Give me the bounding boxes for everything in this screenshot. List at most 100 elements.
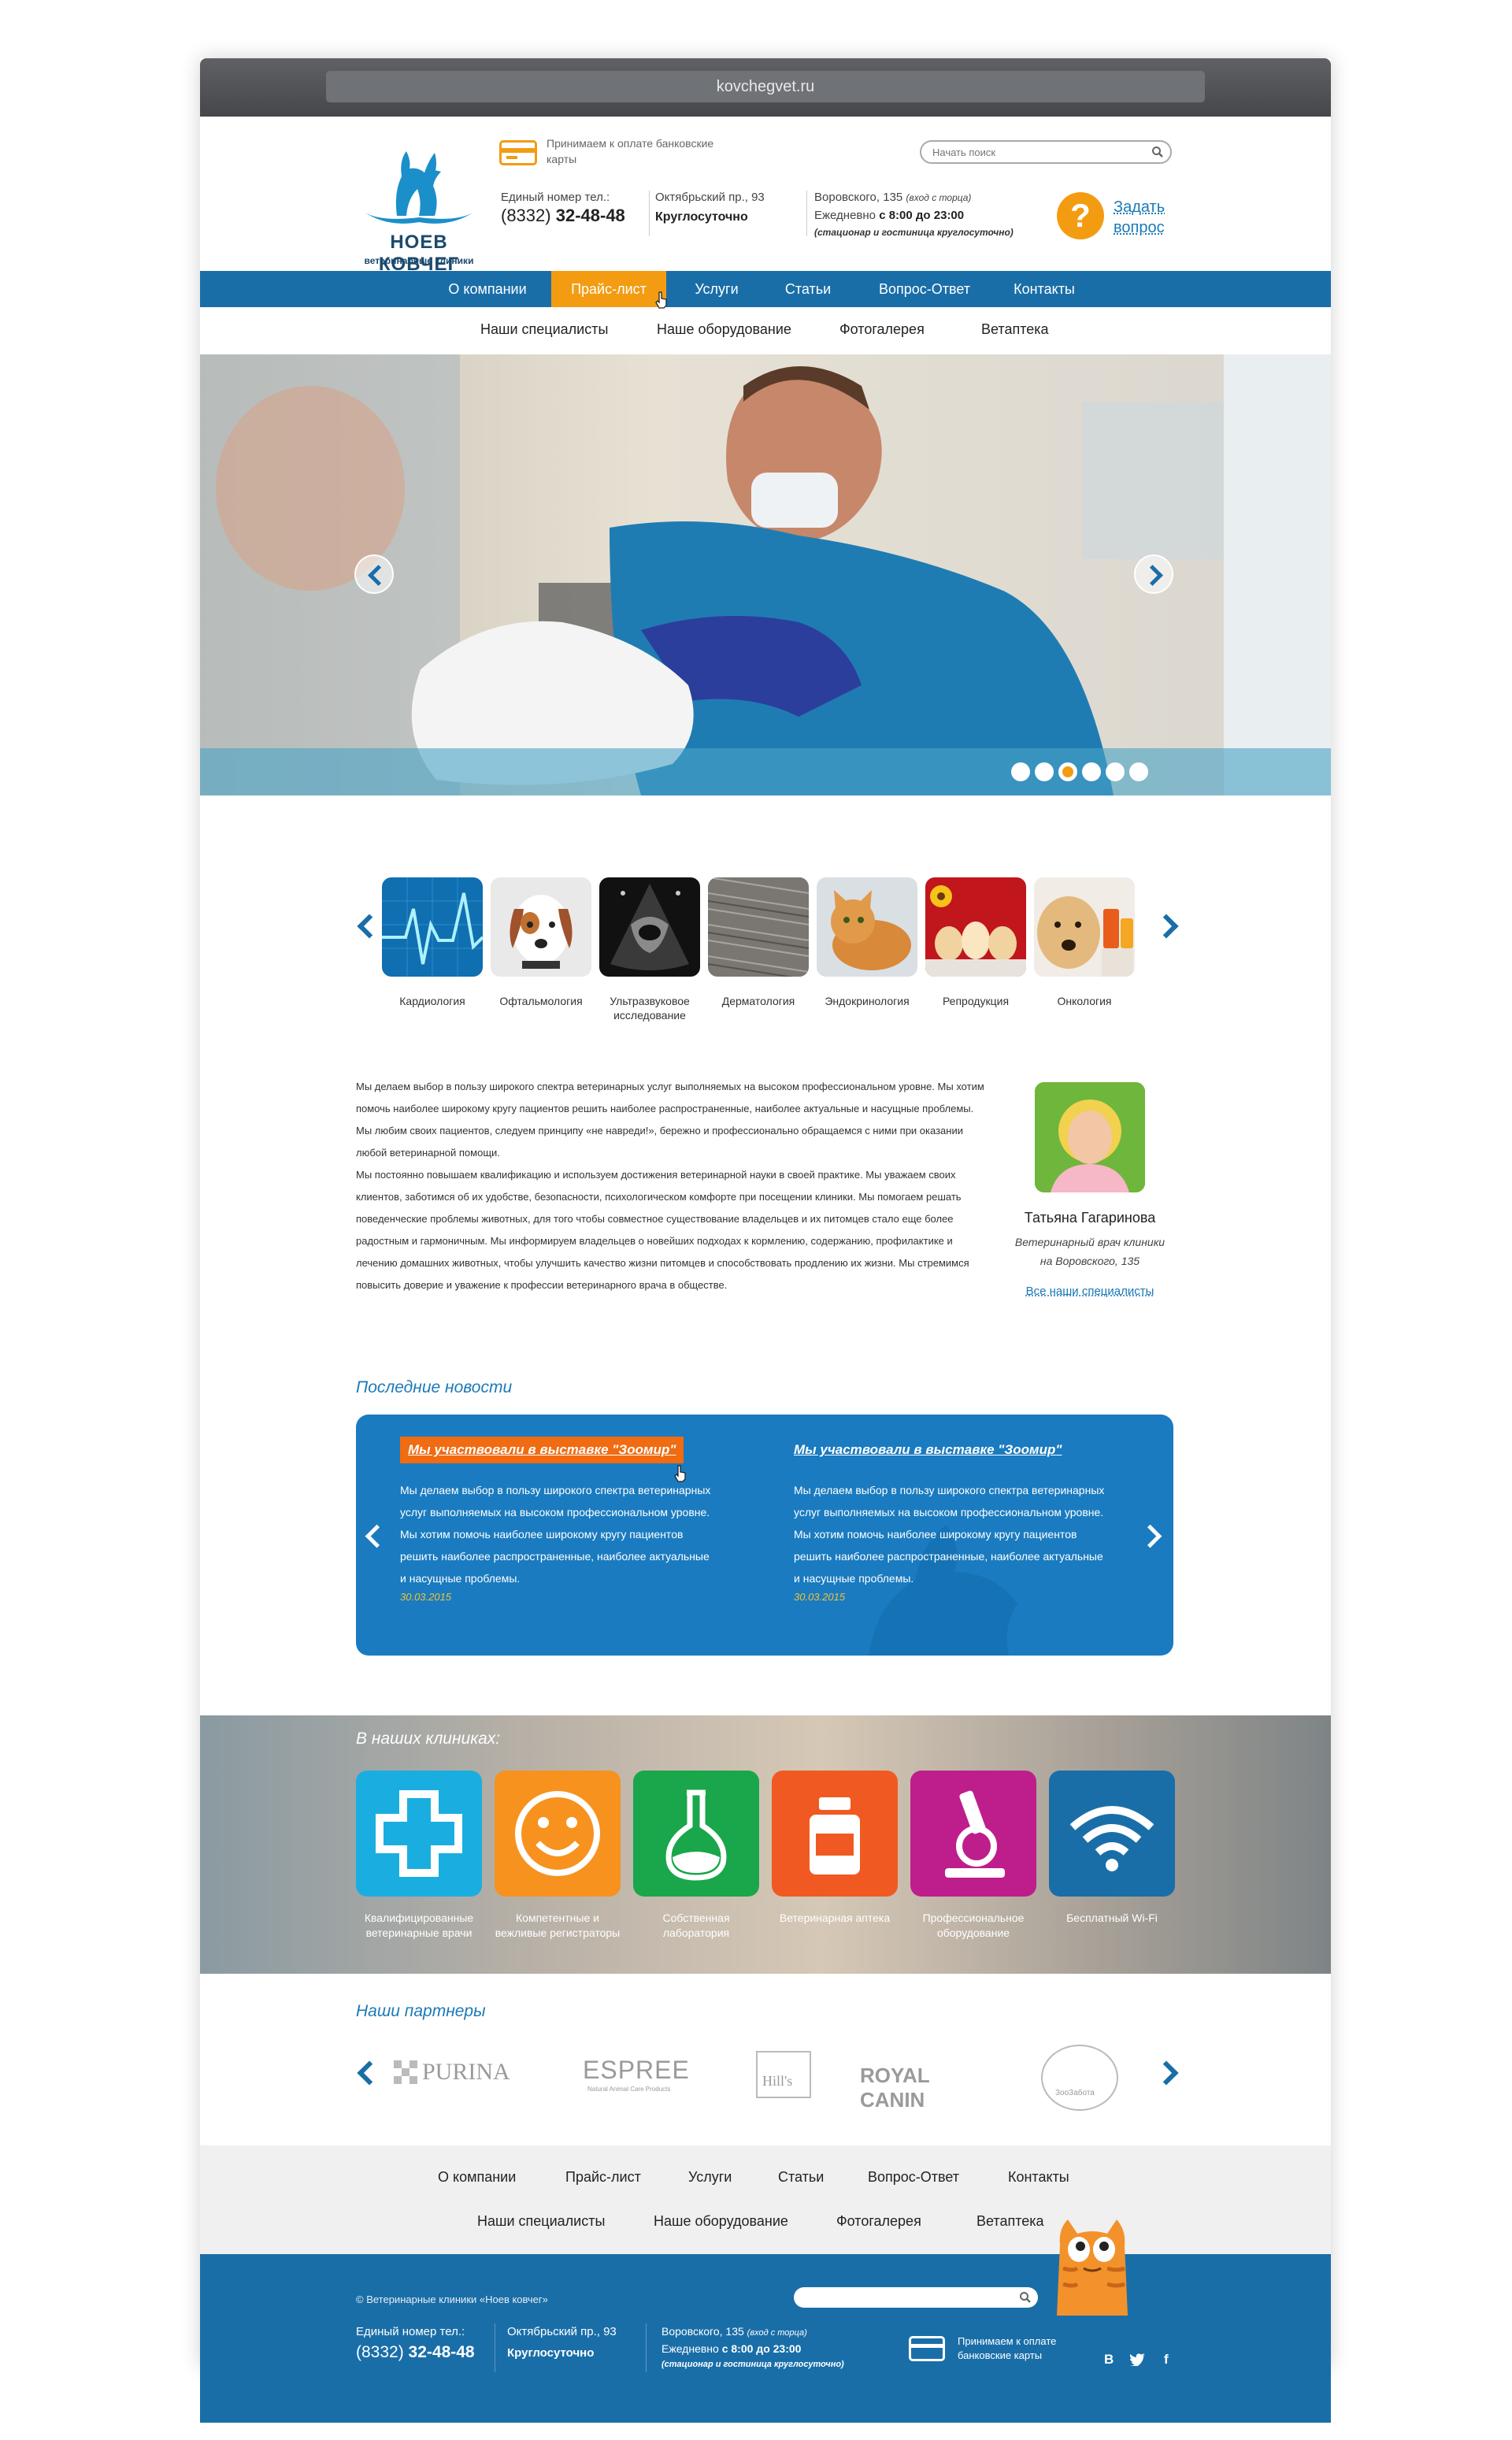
browser-window: kovchegvet.ru НОЕВ КОВЧЕГ ветеринарные к… — [200, 58, 1331, 2423]
nav-item-contacts[interactable]: Контакты — [997, 271, 1091, 307]
footer-nav-articles[interactable]: Статьи — [778, 2169, 824, 2186]
feature-equipment: Профессиональное оборудование — [910, 1771, 1036, 1941]
footer-hours-2-note: (стационар и гостиница круглосуточно) — [662, 2360, 844, 2369]
ask-line-2: вопрос — [1114, 219, 1165, 236]
dog-icon — [491, 877, 591, 977]
partner-purina-logo[interactable]: PURINA — [394, 2051, 528, 2098]
question-icon: ? — [1057, 192, 1104, 239]
news-next-button[interactable] — [1143, 1523, 1162, 1547]
phone-number[interactable]: (8332) 32-48-48 — [501, 206, 650, 226]
nav-item-services[interactable]: Услуги — [677, 271, 756, 307]
news-headline-link[interactable]: Мы участвовали в выставке "Зоомир" — [794, 1437, 1109, 1463]
payment-info: Принимаем к оплате банковские карты — [499, 135, 713, 175]
nav-item-pricelist[interactable]: Прайс-лист — [551, 271, 666, 307]
partners-next-button[interactable] — [1159, 2060, 1175, 2084]
subnav-item-gallery[interactable]: Фотогалерея — [839, 321, 925, 338]
search-icon[interactable] — [1151, 146, 1164, 158]
all-specialists-link[interactable]: Все наши специалисты — [1011, 1285, 1169, 1298]
nav-item-faq[interactable]: Вопрос-Ответ — [862, 271, 988, 307]
nav-item-articles[interactable]: Статьи — [769, 271, 847, 307]
logo-title: НОЕВ КОВЧЕГ — [378, 232, 460, 275]
slider-dot-2[interactable] — [1035, 762, 1054, 781]
nav-item-company[interactable]: О компании — [436, 271, 539, 307]
news-date: 30.03.2015 — [794, 1591, 846, 1603]
footer-nav-services[interactable]: Услуги — [688, 2169, 732, 2186]
feature-wifi: Бесплатный Wi-Fi — [1049, 1771, 1175, 1926]
search-icon[interactable] — [1019, 2291, 1032, 2304]
hours-1: Круглосуточно — [655, 210, 748, 224]
slider-dot-4[interactable] — [1082, 762, 1101, 781]
address-2-note: (вход с торца) — [906, 192, 972, 203]
about-text: Мы делаем выбор в пользу широкого спектр… — [356, 1076, 986, 1296]
footer-hours-2-line: Ежедневно с 8:00 до 23:00 — [662, 2342, 844, 2355]
slider-dot-5[interactable] — [1106, 762, 1125, 781]
header-search[interactable] — [920, 140, 1172, 164]
hero-slider[interactable] — [200, 354, 1331, 795]
address-2-line: Воровского, 135 (вход с торца) — [814, 191, 1066, 204]
twitter-icon[interactable] — [1129, 2353, 1145, 2366]
service-ophthalmology[interactable]: Офтальмология — [490, 877, 592, 1008]
doctor-photo[interactable] — [1035, 1082, 1145, 1192]
footer-address-1-text: Октябрьский пр., 93 — [507, 2325, 617, 2338]
partners-prev-button[interactable] — [356, 2060, 372, 2084]
services-next-button[interactable] — [1159, 914, 1175, 937]
service-cardiology[interactable]: Кардиология — [381, 877, 484, 1008]
footer-search[interactable] — [794, 2287, 1038, 2308]
phone-digits: 32-48-48 — [555, 206, 625, 225]
ask-question-button[interactable]: ? Задать вопрос — [1057, 192, 1183, 247]
footer-nav-specialists[interactable]: Наши специалисты — [477, 2213, 605, 2230]
search-input[interactable] — [932, 144, 1145, 160]
service-dermatology[interactable]: Дерматология — [707, 877, 810, 1008]
footer-phone-number[interactable]: (8332) 32-48-48 — [356, 2343, 475, 2362]
footer-hours-1: Круглосуточно — [507, 2346, 595, 2360]
partner-royal-canin-logo[interactable]: ROYAL CANIN — [860, 2051, 994, 2112]
partner-zoozabota-logo[interactable]: ЗооЗабота — [1041, 2045, 1120, 2111]
slider-prev-button[interactable] — [354, 554, 394, 594]
site-logo[interactable]: НОЕВ КОВЧЕГ ветеринарные клиники — [356, 137, 482, 275]
partner-espree-logo[interactable]: ESPREE Natural Animal Care Products — [583, 2051, 709, 2098]
slider-dot-6[interactable] — [1129, 762, 1148, 781]
slider-next-button[interactable] — [1134, 554, 1173, 594]
service-oncology[interactable]: Онкология — [1033, 877, 1136, 1008]
wifi-icon — [1049, 1771, 1175, 1897]
vk-icon[interactable]: В — [1104, 2352, 1114, 2368]
news-headline-link[interactable]: Мы участвовали в выставке "Зоомир" — [400, 1437, 684, 1463]
news-item: Мы участвовали в выставке "Зоомир" Мы де… — [400, 1437, 715, 1603]
footer-address-2: Воровского, 135 (вход с торца) Ежедневно… — [662, 2325, 844, 2369]
service-ultrasound[interactable]: Ультразвуковое исследование — [598, 877, 701, 1022]
footer-nav-faq[interactable]: Вопрос-Ответ — [868, 2169, 959, 2186]
feature-pharmacy: Ветеринарная аптека — [772, 1771, 898, 1926]
partner-hills-logo[interactable]: Hill's — [756, 2051, 819, 2098]
hours-2-note: (стационар и гостиница круглосуточно) — [814, 227, 1014, 238]
subnav-item-specialists[interactable]: Наши специалисты — [480, 321, 608, 338]
address-bar[interactable]: kovchegvet.ru — [326, 71, 1205, 102]
payment-text: Принимаем к оплате банковские карты — [547, 137, 714, 165]
footer-nav-company[interactable]: О компании — [438, 2169, 516, 2186]
address-1: Октябрьский пр., 93 — [655, 191, 765, 204]
slider-dot-1[interactable] — [1011, 762, 1030, 781]
labrador-icon — [1034, 877, 1135, 977]
footer-nav-pharmacy[interactable]: Ветаптека — [976, 2213, 1044, 2230]
hand-cursor-icon — [655, 291, 667, 309]
hand-cursor-icon — [674, 1465, 686, 1482]
subnav-item-equipment[interactable]: Наше оборудование — [657, 321, 791, 338]
news-prev-button[interactable] — [364, 1523, 383, 1547]
footer-nav: О компании Прайс-лист Услуги Статьи Вопр… — [200, 2145, 1331, 2254]
service-endocrinology[interactable]: Эндокринология — [816, 877, 918, 1008]
service-label: Кардиология — [399, 995, 465, 1007]
logo-subtitle: ветеринарные клиники — [364, 255, 474, 266]
footer-nav-gallery[interactable]: Фотогалерея — [836, 2213, 921, 2230]
service-reproduction[interactable]: Репродукция — [925, 877, 1027, 1008]
footer-nav-contacts[interactable]: Контакты — [1008, 2169, 1069, 2186]
slider-dot-3[interactable] — [1058, 762, 1077, 781]
facebook-icon[interactable]: f — [1164, 2352, 1169, 2368]
footer-nav-pricelist[interactable]: Прайс-лист — [565, 2169, 641, 2186]
feature-label: Ветеринарная аптека — [779, 1912, 891, 1924]
services-prev-button[interactable] — [356, 914, 372, 937]
ask-question-label[interactable]: Задать вопрос — [1114, 197, 1165, 238]
footer-address-2-note: (вход с торца) — [747, 2328, 807, 2338]
subnav-item-pharmacy[interactable]: Ветаптека — [981, 321, 1049, 338]
service-label: Офтальмология — [499, 995, 583, 1007]
footer-nav-equipment[interactable]: Наше оборудование — [654, 2213, 788, 2230]
header-address-1: Октябрьский пр., 93 Круглосуточно — [655, 191, 813, 224]
